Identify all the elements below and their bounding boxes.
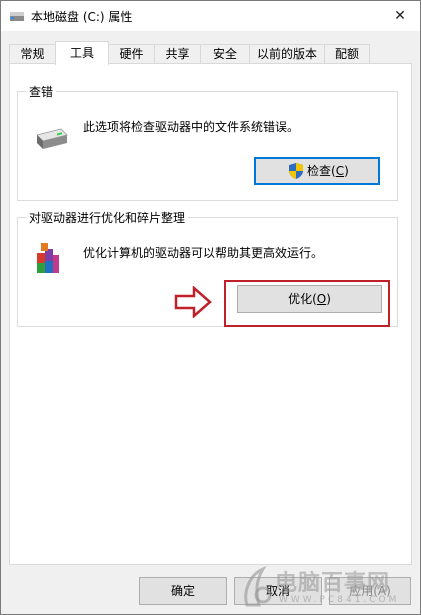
error-checking-description: 此选项将检查驱动器中的文件系统错误。 — [83, 120, 300, 134]
drive-icon — [10, 12, 24, 21]
defrag-icon — [37, 243, 59, 273]
window-title: 本地磁盘 (C:) 属性 — [31, 10, 133, 24]
optimize-description: 优化计算机的驱动器可以帮助其更高效运行。 — [83, 246, 324, 260]
arrow-right-icon — [174, 286, 212, 318]
close-button[interactable]: ✕ — [380, 1, 420, 31]
tab-quota[interactable]: 配额 — [324, 44, 370, 64]
hard-drive-icon — [36, 128, 68, 149]
tab-previous-versions[interactable]: 以前的版本 — [249, 44, 325, 64]
uac-shield-icon — [289, 163, 303, 179]
check-button[interactable]: 检查(C) — [254, 157, 380, 185]
tab-sharing[interactable]: 共享 — [154, 44, 201, 64]
title-bar[interactable]: 本地磁盘 (C:) 属性 ✕ — [1, 1, 420, 31]
error-checking-title: 查错 — [26, 83, 57, 100]
watermark: 电脑百事网 WWW.PC841.COM — [239, 561, 419, 613]
tab-tools[interactable]: 工具 — [55, 41, 109, 65]
optimize-title: 对驱动器进行优化和碎片整理 — [26, 209, 189, 226]
tab-security[interactable]: 安全 — [200, 44, 250, 64]
watermark-url: WWW.PC841.COM — [279, 595, 400, 605]
watermark-text: 电脑百事网 — [275, 571, 391, 596]
ok-button[interactable]: 确定 — [139, 577, 227, 605]
check-button-label: 检查(C) — [307, 164, 349, 178]
highlight-box — [224, 280, 390, 327]
properties-window: 本地磁盘 (C:) 属性 ✕ 常规 工具 硬件 共享 安全 以前的版本 配额 查… — [0, 0, 421, 615]
tab-general[interactable]: 常规 — [9, 44, 56, 64]
tab-hardware[interactable]: 硬件 — [108, 44, 155, 64]
watermark-logo-icon — [244, 565, 272, 607]
